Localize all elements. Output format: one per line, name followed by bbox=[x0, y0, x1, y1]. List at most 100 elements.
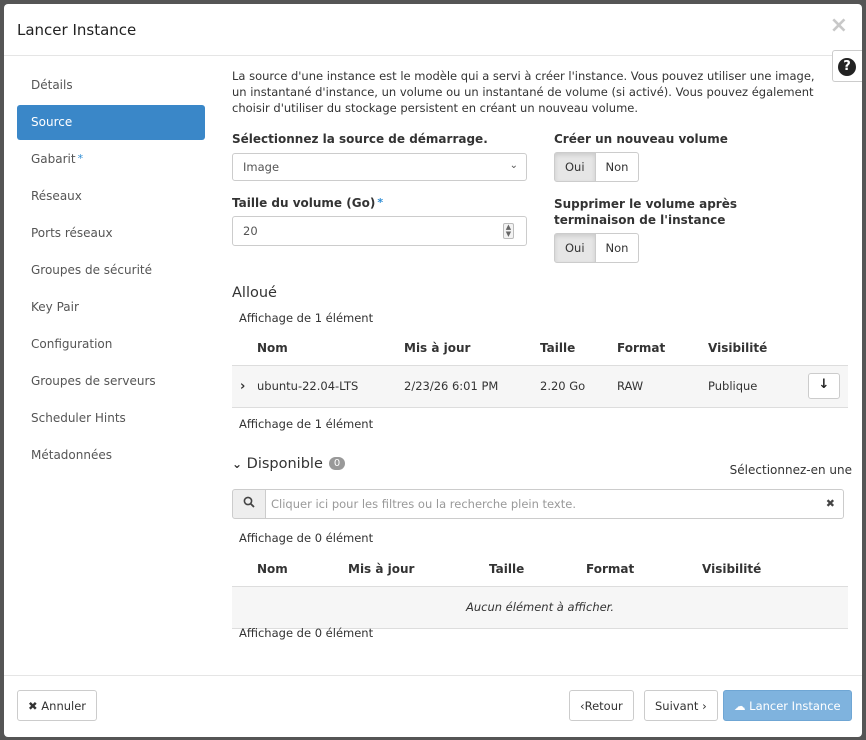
empty-message: Aucun élément à afficher. bbox=[465, 600, 615, 614]
col-format: Format bbox=[617, 331, 708, 366]
cancel-button[interactable]: ✖ Annuler bbox=[17, 690, 98, 721]
expand-col bbox=[232, 552, 257, 587]
volume-size-value: 20 bbox=[243, 224, 258, 238]
create-volume-no[interactable]: Non bbox=[595, 152, 640, 182]
nav-item-server-groups[interactable]: Groupes de serveurs bbox=[17, 364, 205, 399]
delete-volume-toggle: Oui Non bbox=[554, 233, 640, 263]
launch-instance-button[interactable]: ☁ Lancer Instance bbox=[723, 690, 852, 721]
select-one-text: Sélectionnez-en une bbox=[729, 463, 852, 477]
launch-label: Lancer Instance bbox=[749, 699, 841, 713]
nav-label: Ports réseaux bbox=[31, 226, 113, 240]
modal-header: Lancer Instance × bbox=[4, 4, 862, 56]
nav-item-configuration[interactable]: Configuration bbox=[17, 327, 205, 362]
cell-format: RAW bbox=[617, 379, 644, 393]
cloud-upload-icon: ☁ bbox=[734, 699, 746, 713]
available-count-bottom: Affichage de 0 élément bbox=[239, 626, 374, 640]
expand-col bbox=[232, 331, 257, 366]
clear-icon[interactable]: ✖ bbox=[826, 497, 835, 510]
spinner-arrows-icon[interactable]: ▲ ▼ bbox=[503, 223, 514, 239]
available-count-badge: 0 bbox=[328, 457, 346, 470]
nav-item-metadata[interactable]: Métadonnées bbox=[17, 438, 205, 473]
chevron-down-icon: ⌄ bbox=[232, 457, 243, 471]
cell-size: 2.20 Go bbox=[540, 379, 586, 393]
nav-item-flavor[interactable]: Gabarit * bbox=[17, 142, 205, 177]
back-button[interactable]: ‹Retour bbox=[569, 690, 634, 721]
cell-name: ubuntu-22.04-LTS bbox=[257, 379, 359, 393]
allocated-title: Alloué bbox=[232, 285, 277, 301]
col-updated: Mis à jour bbox=[404, 331, 540, 366]
launch-instance-modal: Lancer Instance × ? Détails Source Gabar… bbox=[4, 4, 862, 737]
boot-source-select[interactable]: Image ⌄ bbox=[232, 153, 527, 181]
nav-item-security-groups[interactable]: Groupes de sécurité bbox=[17, 253, 205, 288]
volume-size-input[interactable]: 20 ▲ ▼ bbox=[232, 216, 527, 246]
available-toggle[interactable]: ⌄ Disponible 0 bbox=[232, 456, 346, 472]
col-name: Nom bbox=[257, 331, 404, 366]
search-placeholder: Cliquer ici pour les filtres ou la reche… bbox=[271, 497, 576, 511]
nav-item-network-ports[interactable]: Ports réseaux bbox=[17, 216, 205, 251]
table-row: › ubuntu-22.04-LTS 2/23/26 6:01 PM 2.20 … bbox=[232, 365, 848, 407]
available-count: Affichage de 0 élément bbox=[239, 531, 374, 545]
allocated-table: Nom Mis à jour Taille Format Visibilité … bbox=[232, 331, 848, 408]
source-panel: La source d'une instance est le modèle q… bbox=[232, 68, 852, 640]
nav-label: Configuration bbox=[31, 337, 113, 351]
search-bar: Cliquer ici pour les filtres ou la reche… bbox=[232, 489, 844, 519]
boot-source-label: Sélectionnez la source de démarrage. bbox=[232, 132, 488, 146]
col-name: Nom bbox=[257, 552, 348, 587]
volume-size-label-text: Taille du volume (Go) bbox=[232, 196, 376, 210]
available-table: Nom Mis à jour Taille Format Visibilité … bbox=[232, 552, 848, 629]
col-visibility: Visibilité bbox=[702, 552, 848, 587]
search-input[interactable]: Cliquer ici pour les filtres ou la reche… bbox=[265, 489, 844, 519]
delete-volume-label: Supprimer le volume après terminaison de… bbox=[554, 197, 737, 227]
action-col bbox=[808, 331, 848, 366]
chevron-right-icon: › bbox=[702, 699, 707, 713]
intro-text: La source d'une instance est le modèle q… bbox=[232, 69, 815, 115]
empty-row: Aucun élément à afficher. bbox=[232, 586, 848, 628]
nav-label: Gabarit bbox=[31, 152, 76, 166]
col-visibility: Visibilité bbox=[708, 331, 808, 366]
create-volume-yes[interactable]: Oui bbox=[554, 152, 596, 182]
boot-source-value: Image bbox=[243, 160, 280, 174]
col-updated: Mis à jour bbox=[348, 552, 489, 587]
arrow-down-icon: ↓ bbox=[818, 377, 830, 392]
cell-visibility: Publique bbox=[708, 379, 758, 393]
nav-item-networks[interactable]: Réseaux bbox=[17, 179, 205, 214]
nav-label: Source bbox=[31, 115, 73, 129]
allocated-count: Affichage de 1 élément bbox=[239, 311, 374, 325]
create-volume-toggle: Oui Non bbox=[554, 152, 640, 182]
nav-label: Key Pair bbox=[31, 300, 79, 314]
deallocate-button[interactable]: ↓ bbox=[808, 373, 840, 399]
close-icon: ✖ bbox=[28, 699, 38, 713]
modal-footer: ✖ Annuler ‹Retour Suivant › ☁ Lancer Ins… bbox=[4, 675, 862, 737]
required-marker: * bbox=[377, 196, 384, 209]
allocated-count-bottom: Affichage de 1 élément bbox=[239, 417, 374, 431]
back-label: Retour bbox=[584, 699, 623, 713]
delete-volume-yes[interactable]: Oui bbox=[554, 233, 596, 263]
next-label: Suivant bbox=[655, 699, 699, 713]
nav-item-details[interactable]: Détails bbox=[17, 68, 205, 103]
nav-label: Détails bbox=[31, 78, 73, 92]
next-button[interactable]: Suivant › bbox=[644, 690, 718, 721]
nav-label: Groupes de serveurs bbox=[31, 374, 156, 388]
required-marker: * bbox=[77, 152, 84, 165]
search-icon bbox=[232, 489, 266, 519]
nav-label: Métadonnées bbox=[31, 448, 112, 462]
available-title: Disponible bbox=[246, 456, 323, 472]
close-icon[interactable]: × bbox=[830, 15, 848, 37]
nav-item-key-pair[interactable]: Key Pair bbox=[17, 290, 205, 325]
cancel-label: Annuler bbox=[41, 699, 87, 713]
delete-volume-no[interactable]: Non bbox=[595, 233, 640, 263]
wizard-nav: Détails Source Gabarit * Réseaux Ports ré… bbox=[17, 68, 205, 475]
nav-label: Groupes de sécurité bbox=[31, 263, 152, 277]
cell-action: ↓ bbox=[808, 365, 848, 407]
modal-title: Lancer Instance bbox=[17, 21, 137, 39]
chevron-right-icon[interactable]: › bbox=[232, 365, 257, 407]
col-size: Taille bbox=[540, 331, 617, 366]
col-size: Taille bbox=[489, 552, 586, 587]
nav-label: Scheduler Hints bbox=[31, 411, 126, 425]
nav-item-source[interactable]: Source bbox=[17, 105, 205, 140]
nav-label: Réseaux bbox=[31, 189, 82, 203]
cell-updated: 2/23/26 6:01 PM bbox=[404, 379, 499, 393]
create-volume-label: Créer un nouveau volume bbox=[554, 132, 728, 146]
chevron-down-icon: ⌄ bbox=[509, 160, 518, 171]
nav-item-scheduler-hints[interactable]: Scheduler Hints bbox=[17, 401, 205, 436]
